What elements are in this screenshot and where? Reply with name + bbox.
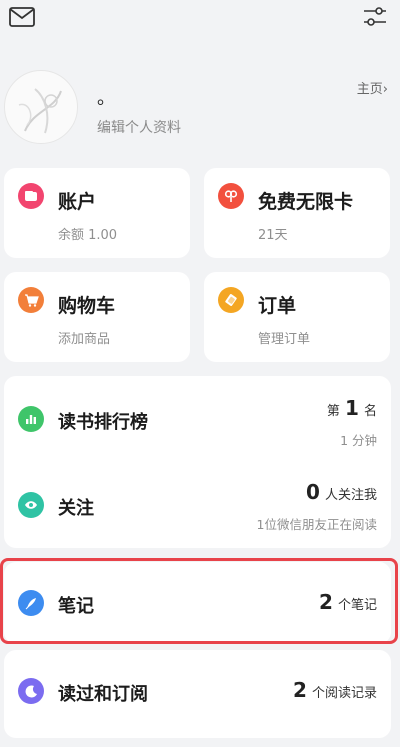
rank-value: 1 [344, 396, 359, 420]
wallet-icon [18, 183, 44, 209]
friends-reading: 1位微信朋友正在阅读 [256, 517, 377, 532]
reading-stats-card: 读书排行榜 第 1 名 1 分钟 关注 0 人关注我 1位微信朋友正在阅读 [4, 376, 391, 548]
read-count: 2 [292, 678, 307, 702]
notes-card[interactable]: 笔记 2 个笔记 [4, 562, 391, 644]
read-title: 读过和订阅 [58, 684, 148, 705]
cart-icon [18, 287, 44, 313]
avatar[interactable] [4, 70, 78, 144]
profile-header[interactable]: 。 编辑个人资料 主页› [0, 60, 400, 150]
account-card[interactable]: 账户 余额 1.00 [4, 168, 190, 258]
settings-sliders-icon[interactable] [360, 2, 390, 32]
orders-card[interactable]: 订单 管理订单 [204, 272, 390, 362]
account-title: 账户 [58, 191, 97, 213]
notes-title: 笔记 [58, 596, 94, 617]
follow-count-suffix: 人关注我 [324, 488, 377, 503]
card-icon [218, 183, 244, 209]
read-subscriptions-card[interactable]: 读过和订阅 2 个阅读记录 [4, 650, 391, 738]
account-balance: 余额 1.00 [58, 228, 118, 243]
read-count-suffix: 个阅读记录 [311, 686, 377, 701]
bar-chart-icon [18, 406, 44, 432]
mail-icon[interactable] [6, 4, 38, 30]
cart-title: 购物车 [58, 295, 116, 317]
rank-display: 第 1 名 [327, 396, 377, 420]
notes-count-display: 2 个笔记 [319, 590, 377, 614]
moon-icon [18, 678, 44, 704]
feather-pen-icon [18, 590, 44, 616]
orders-subtitle: 管理订单 [258, 332, 311, 347]
free-card-title: 免费无限卡 [258, 191, 354, 213]
ranking-title: 读书排行榜 [58, 412, 148, 433]
notes-count: 2 [318, 590, 333, 614]
free-card-card[interactable]: 免费无限卡 21天 [204, 168, 390, 258]
order-icon [218, 287, 244, 313]
notes-count-suffix: 个笔记 [337, 598, 377, 613]
edit-profile-link[interactable]: 编辑个人资料 [97, 117, 181, 137]
rank-prefix: 第 [326, 404, 340, 419]
follow-row[interactable]: 关注 0 人关注我 1位微信朋友正在阅读 [4, 462, 391, 548]
homepage-link[interactable]: 主页› [357, 78, 388, 97]
free-card-days: 21天 [258, 228, 288, 243]
nickname: 。 [97, 88, 115, 109]
follow-count-display: 0 人关注我 [306, 480, 377, 504]
top-bar [0, 0, 400, 40]
orders-title: 订单 [258, 295, 297, 317]
rank-suffix: 名 [363, 404, 377, 419]
reading-time: 1 分钟 [340, 433, 377, 448]
ranking-row[interactable]: 读书排行榜 第 1 名 1 分钟 [4, 376, 391, 462]
follow-title: 关注 [58, 498, 94, 519]
eye-icon [18, 492, 44, 518]
read-count-display: 2 个阅读记录 [293, 678, 377, 702]
cart-subtitle: 添加商品 [58, 332, 111, 347]
follow-count: 0 [305, 480, 320, 504]
cart-card[interactable]: 购物车 添加商品 [4, 272, 190, 362]
